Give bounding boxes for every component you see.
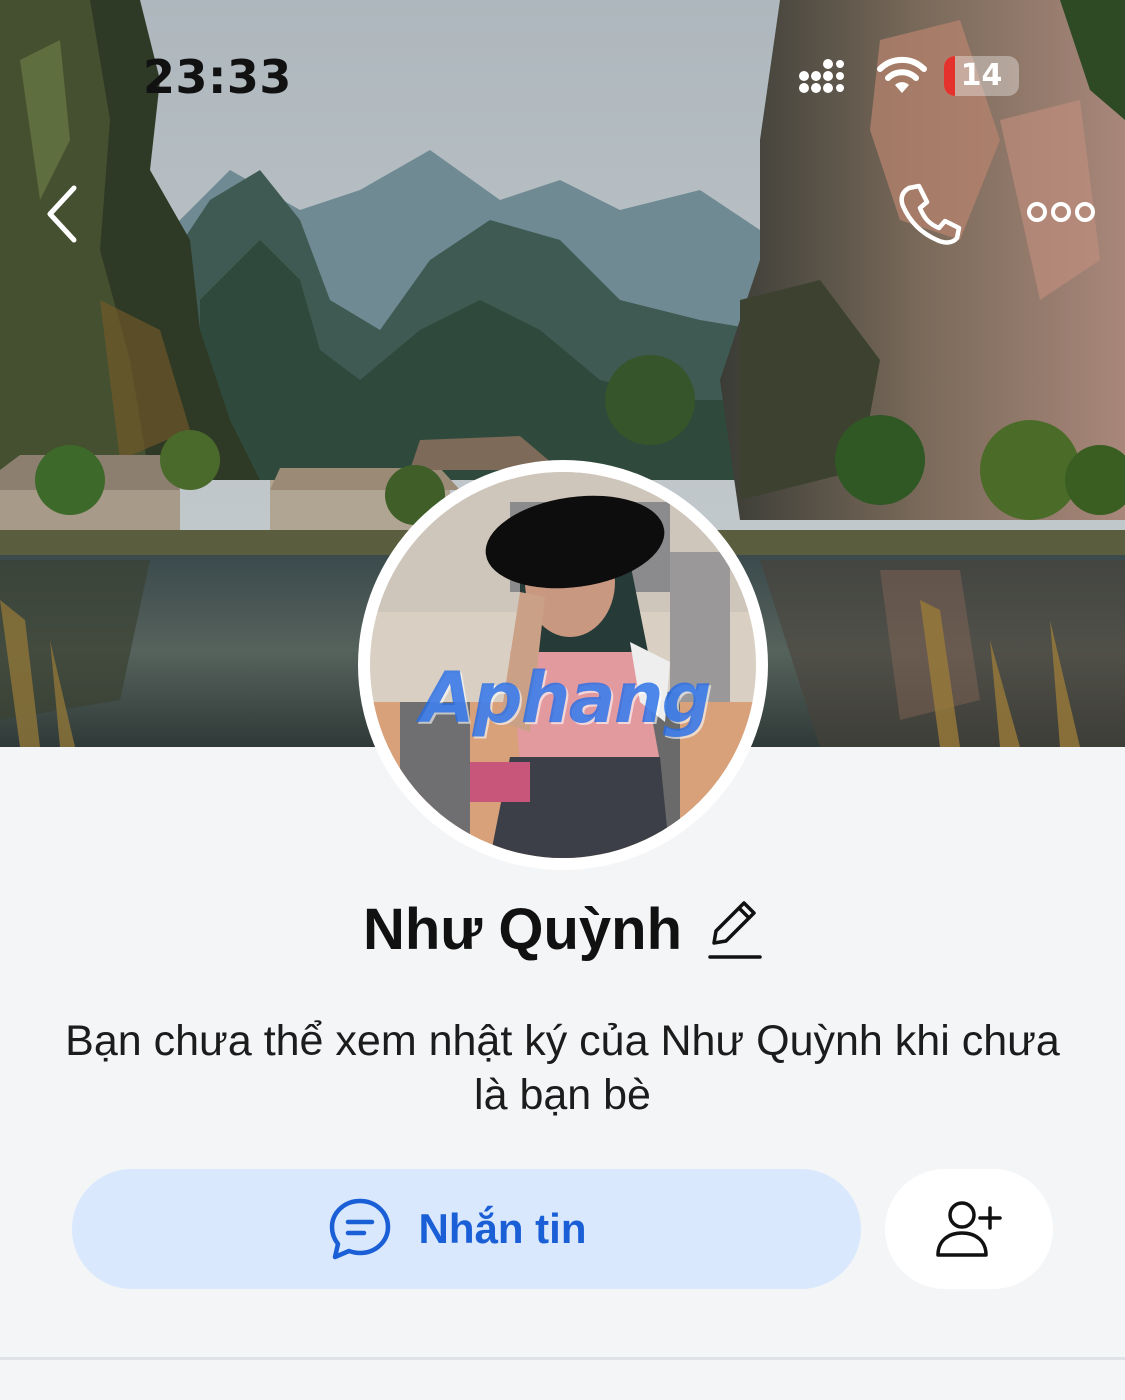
cellular-signal-icon xyxy=(799,59,844,93)
battery-indicator: 14 xyxy=(944,56,1019,96)
chevron-left-icon xyxy=(47,185,77,243)
add-friend-icon xyxy=(936,1201,1002,1257)
profile-name: Như Quỳnh xyxy=(362,897,683,962)
section-divider xyxy=(0,1357,1125,1360)
phone-icon xyxy=(899,183,962,245)
profile-name-row: Như Quỳnh xyxy=(0,896,1125,963)
chat-bubble-icon xyxy=(329,1198,390,1260)
send-message-button[interactable]: Nhắn tin xyxy=(72,1169,861,1289)
wifi-icon xyxy=(877,56,927,93)
status-bar: 23:33 14 xyxy=(0,0,1125,150)
status-time: 23:33 xyxy=(143,50,292,104)
call-button[interactable] xyxy=(895,180,963,248)
battery-percentage: 14 xyxy=(960,58,1003,93)
avatar[interactable]: Aphang xyxy=(358,460,768,870)
privacy-note: Bạn chưa thể xem nhật ký của Như Quỳnh k… xyxy=(65,1017,1060,1119)
pencil-icon[interactable] xyxy=(706,899,762,961)
avatar-photo: Aphang xyxy=(370,472,756,858)
back-button[interactable] xyxy=(40,182,90,246)
more-options-button[interactable] xyxy=(1025,190,1097,234)
send-message-label: Nhắn tin xyxy=(418,1205,587,1252)
more-horizontal-icon xyxy=(1027,202,1095,222)
add-friend-button[interactable] xyxy=(885,1169,1053,1289)
avatar-watermark: Aphang xyxy=(420,657,711,739)
